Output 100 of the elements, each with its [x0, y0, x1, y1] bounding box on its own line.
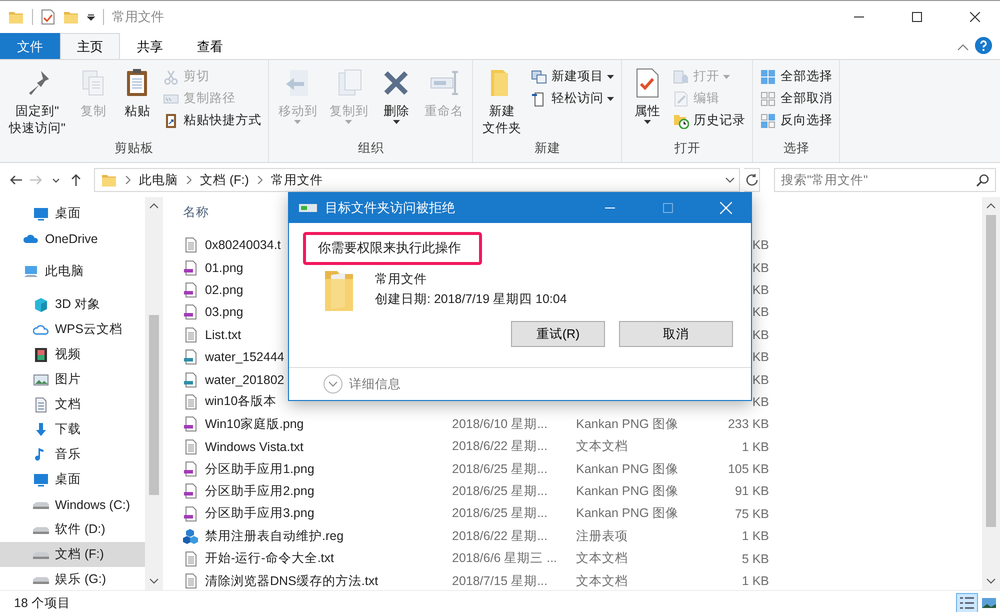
ribbon-button[interactable]: 历史记录	[670, 110, 748, 131]
file-name[interactable]: Win10家庭版.png	[205, 416, 452, 433]
sidebar-item[interactable]: 桌面	[0, 467, 145, 492]
column-header[interactable]: 名称	[183, 204, 209, 220]
sidebar-item[interactable]: 下载	[0, 417, 145, 442]
file-name[interactable]: 分区助手应用2.png	[205, 482, 452, 500]
dialog-button[interactable]: 重试(R)	[511, 321, 605, 347]
sidebar-item[interactable]: 3D 对象	[0, 292, 145, 317]
scrollbar[interactable]	[145, 197, 163, 590]
scroll-down-icon[interactable]	[986, 578, 996, 584]
properties-icon[interactable]	[41, 9, 55, 25]
collapse-ribbon-icon[interactable]	[957, 43, 969, 51]
sidebar-item[interactable]: 桌面	[0, 201, 145, 226]
image-file-icon	[183, 483, 199, 500]
scroll-down-icon[interactable]	[149, 578, 159, 584]
sidebar-item[interactable]: 图片	[0, 367, 145, 392]
item-count: 18 个项目	[14, 594, 70, 612]
ribbon-button[interactable]: 轻松访问	[528, 88, 618, 109]
date-cell-text: 2018/7/15 星期...	[452, 572, 549, 590]
search-icon	[976, 174, 989, 187]
sidebar-item[interactable]: 软件 (D:)	[0, 517, 145, 542]
ribbon-tab[interactable]: 共享	[120, 33, 180, 59]
text-file-icon	[183, 394, 199, 410]
size-cell-text: KB	[751, 372, 769, 387]
selectall-icon	[760, 68, 776, 84]
scroll-up-icon[interactable]	[149, 203, 159, 209]
breadcrumb-item[interactable]: 此电脑	[139, 172, 178, 188]
ribbon-button[interactable]: 粘贴	[116, 64, 158, 140]
tiles-icon	[981, 596, 997, 610]
image-file-icon	[183, 282, 199, 298]
size-cell-text: KB	[751, 282, 769, 297]
sidebar-item[interactable]: 此电脑	[0, 259, 145, 284]
dialog-title: 目标文件夹访问被拒绝	[325, 199, 456, 217]
type-cell-text: 注册表项	[576, 528, 629, 545]
ribbon-button[interactable]: 反向选择	[757, 110, 836, 131]
type-cell-text: 文本文档	[576, 550, 629, 568]
sidebar-item[interactable]: 文档 (F:)	[0, 542, 145, 567]
newitem-icon	[531, 68, 548, 84]
ribbon-button[interactable]: 新建 文件夹	[477, 64, 526, 140]
dropdown-icon[interactable]	[87, 13, 95, 21]
ribbon-tab[interactable]: 查看	[180, 33, 240, 59]
file-name[interactable]: 禁用注册表自动维护.reg	[205, 528, 452, 545]
group-label: 打开	[673, 140, 702, 157]
size-cell-text: KB	[751, 305, 769, 320]
drive-icon	[299, 203, 317, 213]
ribbon-tab[interactable]: 主页	[60, 33, 120, 59]
close-icon[interactable]	[970, 12, 980, 22]
ribbon-tab[interactable]: 文件	[0, 33, 60, 59]
search-field[interactable]: 搜索"常用文件"	[774, 168, 996, 192]
file-name[interactable]: 清除浏览器DNS缓存的方法.txt	[205, 572, 452, 590]
registry-file-icon	[183, 528, 199, 544]
desktop-icon	[33, 206, 49, 222]
ribbon-button[interactable]: 粘贴快捷方式	[160, 110, 264, 131]
ribbon-button[interactable]: 固定到" 快速访问"	[4, 64, 70, 140]
details-view-button[interactable]	[956, 593, 978, 612]
scrollbar[interactable]	[982, 197, 1000, 590]
sidebar-item[interactable]: 娱乐 (G:)	[0, 567, 145, 592]
pc-icon	[23, 264, 39, 280]
ribbon-button[interactable]: 新建项目	[528, 66, 618, 87]
breadcrumb-item[interactable]: 文档 (F:)	[200, 172, 249, 188]
image-file-icon	[183, 506, 199, 522]
sidebar-item[interactable]: OneDrive	[0, 226, 145, 251]
size-cell-text: 1 KB	[740, 440, 769, 454]
file-name[interactable]: 开始-运行-命令大全.txt	[205, 550, 452, 568]
ribbon-button[interactable]: 删除	[375, 64, 418, 140]
video-icon	[33, 346, 49, 362]
caret-icon	[607, 96, 614, 100]
date-cell-text: 2018/6/22 星期...	[452, 438, 549, 456]
chevron-right-icon	[256, 176, 263, 184]
refresh-button[interactable]	[744, 168, 760, 192]
breadcrumb-item[interactable]: 常用文件	[270, 172, 323, 188]
cube-icon	[33, 296, 49, 312]
text-file-icon	[183, 326, 199, 343]
address-bar[interactable]: 此电脑 文档 (F:) 常用文件	[94, 168, 740, 192]
size-cell-text: 105 KB	[726, 462, 769, 476]
sidebar-item[interactable]: Windows (C:)	[0, 492, 145, 517]
chevron-down-icon[interactable]	[725, 177, 735, 183]
drive-icon	[33, 576, 49, 584]
ribbon-button[interactable]: 属性	[626, 64, 668, 140]
sidebar-item[interactable]: 文档	[0, 392, 145, 417]
minimize-icon[interactable]	[854, 16, 864, 18]
maximize-icon[interactable]	[912, 12, 922, 22]
ribbon-button[interactable]: 全部选择	[757, 66, 836, 87]
help-icon[interactable]	[975, 37, 992, 54]
sidebar-item[interactable]: 视频	[0, 342, 145, 367]
image-file-icon	[183, 349, 199, 366]
file-name[interactable]: Windows Vista.txt	[205, 440, 452, 454]
file-name[interactable]: 分区助手应用3.png	[205, 505, 452, 522]
details-toggle[interactable]: 详细信息	[317, 373, 407, 395]
scroll-up-icon[interactable]	[986, 203, 996, 209]
ribbon-button[interactable]: 全部取消	[757, 88, 836, 109]
type-cell-text: Kankan PNG 图像	[576, 482, 680, 500]
refresh-icon	[744, 173, 758, 187]
dialog-button[interactable]: 取消	[619, 321, 733, 347]
sidebar-item[interactable]: WPS云文档	[0, 317, 145, 342]
dialog-message: 你需要权限来执行此操作	[303, 232, 482, 265]
size-cell-text: KB	[751, 260, 769, 275]
file-name[interactable]: 分区助手应用1.png	[205, 460, 452, 478]
drive-icon	[33, 500, 49, 508]
sidebar-item[interactable]: 音乐	[0, 442, 145, 467]
